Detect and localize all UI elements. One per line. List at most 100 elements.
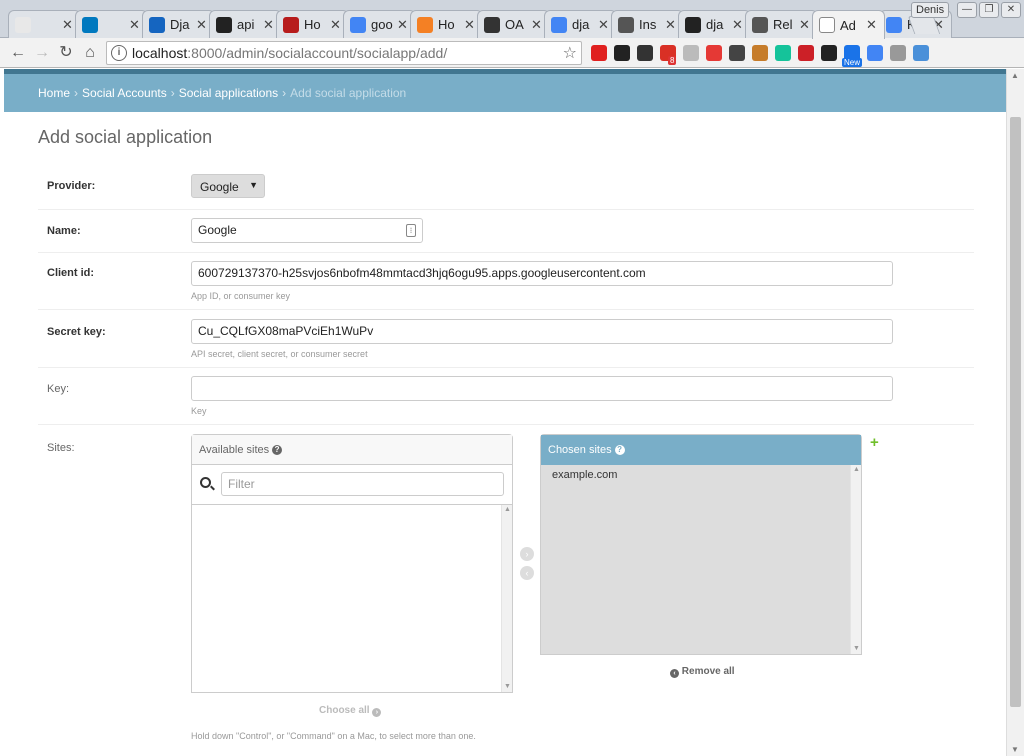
chosen-list-scrollbar[interactable]: ▲ ▼ bbox=[850, 465, 861, 654]
profile-button[interactable]: Denis bbox=[911, 2, 950, 18]
tab-close-icon[interactable]: ✕ bbox=[330, 17, 342, 33]
secret-key-input[interactable]: Cu_CQLfGX08maPVciEh1WuPv bbox=[191, 319, 893, 344]
client-id-value: 600729137370-h25svjos6nbofm48mmtacd3hjq6… bbox=[198, 266, 646, 280]
tab-0[interactable]: ✕ bbox=[8, 10, 81, 38]
tab-close-icon[interactable]: ✕ bbox=[866, 17, 878, 33]
tab-6[interactable]: Ho ✕ bbox=[410, 10, 483, 38]
password-manager-icon[interactable]: ⁝ bbox=[406, 224, 416, 237]
available-sites-title: Available sites bbox=[199, 444, 270, 456]
tab-close-icon[interactable]: ✕ bbox=[62, 17, 74, 33]
chosen-sites-list[interactable]: example.com ▲ ▼ bbox=[541, 465, 861, 654]
admin-page: Home › Social Accounts › Social applicat… bbox=[4, 69, 1006, 756]
tab-close-icon[interactable]: ✕ bbox=[665, 17, 677, 33]
robot-icon[interactable] bbox=[913, 45, 929, 61]
scrollbar-thumb[interactable] bbox=[1010, 117, 1021, 707]
reload-icon[interactable]: ↻ bbox=[56, 43, 76, 63]
address-bar[interactable]: i localhost:8000/admin/socialaccount/soc… bbox=[106, 41, 582, 65]
opera-icon[interactable] bbox=[591, 45, 607, 61]
tab-4[interactable]: Ho ✕ bbox=[276, 10, 349, 38]
provider-value: Google bbox=[200, 180, 239, 194]
remove-all-link[interactable]: ‹ Remove all bbox=[670, 666, 735, 678]
breadcrumb-home[interactable]: Home bbox=[38, 86, 70, 100]
tab-8[interactable]: dja ✕ bbox=[544, 10, 617, 38]
available-sites-header: Available sites? bbox=[192, 435, 512, 465]
plus-icon[interactable] bbox=[683, 45, 699, 61]
close-window-button[interactable]: ✕ bbox=[1001, 2, 1021, 18]
breadcrumb-sep: › bbox=[282, 86, 287, 100]
tab-7[interactable]: OA ✕ bbox=[477, 10, 550, 38]
tab-close-icon[interactable]: ✕ bbox=[129, 17, 141, 33]
back-icon[interactable]: ← bbox=[8, 43, 28, 63]
sites-label: Sites: bbox=[47, 442, 75, 454]
info-icon[interactable]: i bbox=[111, 45, 127, 61]
tab-5[interactable]: goo ✕ bbox=[343, 10, 416, 38]
person-icon[interactable] bbox=[890, 45, 906, 61]
tab-label: Dja bbox=[170, 17, 190, 32]
scroll-down-icon[interactable]: ▼ bbox=[851, 644, 861, 654]
scroll-up-icon[interactable]: ▲ bbox=[1011, 71, 1019, 80]
provider-select[interactable]: Google ▼ bbox=[191, 174, 265, 198]
tab-11[interactable]: Rel ✕ bbox=[745, 10, 818, 38]
bookmark-star-icon[interactable]: ☆ bbox=[563, 43, 577, 63]
tab-close-icon[interactable]: ✕ bbox=[732, 17, 744, 33]
key-help: Key bbox=[191, 406, 207, 416]
breadcrumb-app[interactable]: Social Accounts bbox=[82, 86, 167, 100]
add-site-plus-icon[interactable]: + bbox=[870, 434, 879, 451]
tab-label: dja bbox=[572, 17, 590, 32]
tab-1[interactable]: ✕ bbox=[75, 10, 148, 38]
tab-label: dja bbox=[706, 17, 724, 32]
gnome-icon[interactable] bbox=[821, 45, 837, 61]
scroll-down-icon[interactable]: ▼ bbox=[502, 682, 512, 692]
evernote-icon[interactable] bbox=[637, 45, 653, 61]
home-icon[interactable]: ⌂ bbox=[80, 43, 100, 63]
secret-key-value: Cu_CQLfGX08maPVciEh1WuPv bbox=[198, 324, 374, 338]
pocket-icon[interactable] bbox=[729, 45, 745, 61]
translate-icon[interactable] bbox=[867, 45, 883, 61]
forward-icon[interactable]: → bbox=[32, 43, 52, 63]
caret-down-icon: ▼ bbox=[249, 180, 258, 190]
stack-icon bbox=[417, 16, 433, 33]
filter-input[interactable]: Filter bbox=[221, 472, 504, 496]
tab-label: Rel bbox=[773, 17, 793, 32]
maximize-button[interactable]: ❐ bbox=[979, 2, 999, 18]
tab-close-icon[interactable]: ✕ bbox=[196, 17, 208, 33]
minimize-button[interactable]: — bbox=[957, 2, 977, 18]
available-sites-list[interactable]: ▲ ▼ bbox=[192, 505, 512, 692]
tab-2[interactable]: Dja ✕ bbox=[142, 10, 215, 38]
choose-all-link[interactable]: Choose all › bbox=[319, 705, 382, 717]
help-icon[interactable]: ? bbox=[614, 445, 625, 456]
breadcrumb-model[interactable]: Social applications bbox=[179, 86, 278, 100]
scroll-up-icon[interactable]: ▲ bbox=[851, 465, 861, 475]
tab-label: OA bbox=[505, 17, 524, 32]
hammer-icon[interactable] bbox=[752, 45, 768, 61]
lastpass-icon[interactable] bbox=[798, 45, 814, 61]
tab-close-icon[interactable]: ✕ bbox=[263, 17, 275, 33]
tab-9[interactable]: Ins ✕ bbox=[611, 10, 684, 38]
color-icon[interactable] bbox=[706, 45, 722, 61]
client-id-input[interactable]: 600729137370-h25svjos6nbofm48mmtacd3hjq6… bbox=[191, 261, 893, 286]
grammarly-icon[interactable] bbox=[775, 45, 791, 61]
key-input[interactable] bbox=[191, 376, 893, 401]
github-cat-icon bbox=[484, 16, 500, 33]
tab-3[interactable]: api ✕ bbox=[209, 10, 282, 38]
tab-close-icon[interactable]: ✕ bbox=[531, 17, 543, 33]
available-list-scrollbar[interactable]: ▲ ▼ bbox=[501, 505, 512, 692]
layers-icon bbox=[149, 16, 165, 33]
tab-close-icon[interactable]: ✕ bbox=[397, 17, 409, 33]
sites-help: Hold down "Control", or "Command" on a M… bbox=[191, 731, 476, 741]
tab-close-icon[interactable]: ✕ bbox=[598, 17, 610, 33]
tab-label: api bbox=[237, 17, 255, 32]
scroll-up-icon[interactable]: ▲ bbox=[502, 505, 512, 515]
tab-12[interactable]: Ad ✕ bbox=[812, 10, 885, 39]
remove-arrow-icon[interactable]: ‹ bbox=[520, 566, 534, 580]
tab-close-icon[interactable]: ✕ bbox=[464, 17, 476, 33]
scroll-down-icon[interactable]: ▼ bbox=[1011, 745, 1019, 754]
tab-close-icon[interactable]: ✕ bbox=[799, 17, 811, 33]
page-scrollbar[interactable]: ▲ ▼ bbox=[1006, 69, 1024, 756]
list-item[interactable]: example.com bbox=[541, 465, 861, 481]
help-icon[interactable]: ? bbox=[272, 445, 283, 456]
bird-icon[interactable] bbox=[614, 45, 630, 61]
choose-arrow-icon[interactable]: › bbox=[520, 547, 534, 561]
name-input[interactable]: Google ⁝ bbox=[191, 218, 423, 243]
tab-10[interactable]: dja ✕ bbox=[678, 10, 751, 38]
